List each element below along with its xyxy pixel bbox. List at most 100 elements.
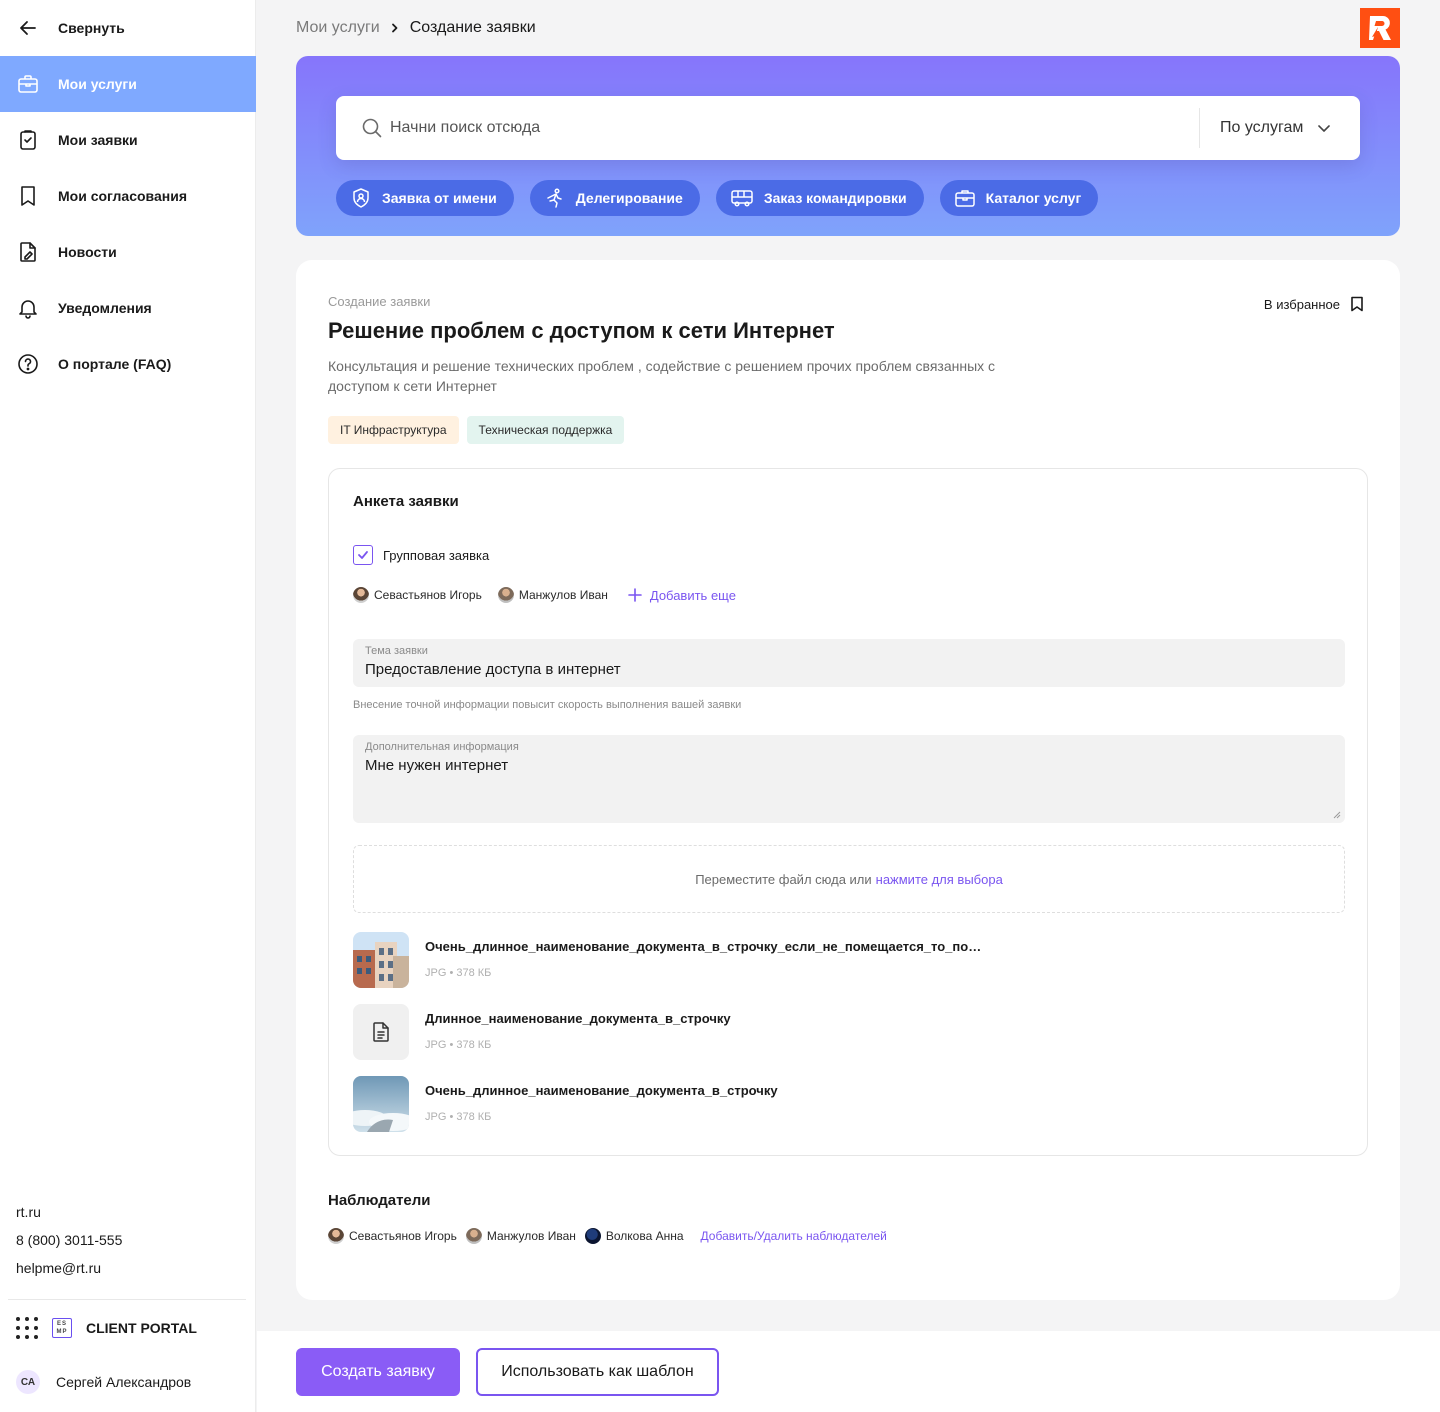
sidebar: Свернуть Мои услуги Мои заявки Мои согла…: [0, 0, 256, 1412]
file-thumbnail-building[interactable]: [353, 932, 409, 988]
chip-label: Каталог услуг: [985, 190, 1082, 206]
chip-delegation[interactable]: Делегирование: [529, 180, 700, 216]
briefcase-icon: [954, 190, 975, 207]
file-dropzone[interactable]: Переместите файл сюда или нажмите для вы…: [353, 845, 1345, 913]
logo-mark-icon: [1369, 16, 1391, 40]
watcher-name: Волкова Анна: [605, 1229, 684, 1243]
avatar: [584, 1228, 601, 1244]
subject-field[interactable]: Тема заявки: [353, 639, 1345, 687]
file-name[interactable]: Очень_длинное_наименование_документа_в_с…: [425, 1083, 778, 1098]
search-hero: По услугам Заявка от имени Делегирование…: [296, 56, 1400, 236]
member-chip[interactable]: Манжулов Иван: [497, 587, 608, 603]
bus-icon: [731, 190, 753, 207]
user-profile[interactable]: СА Сергей Александров: [16, 1370, 191, 1394]
checkbox[interactable]: [353, 545, 373, 565]
extra-info-textarea[interactable]: Мне нужен интернет: [365, 757, 1325, 813]
quick-actions: Заявка от имени Делегирование Заказ кома…: [336, 180, 1099, 216]
watcher-name: Севастьянов Игорь: [349, 1229, 457, 1243]
sidebar-divider: [8, 1299, 246, 1300]
manage-watchers-link[interactable]: Добавить/Удалить наблюдателей: [701, 1229, 887, 1243]
watcher-chip[interactable]: Манжулов Иван: [465, 1228, 576, 1244]
chevron-down-icon: [1318, 125, 1331, 132]
running-person-icon: [547, 188, 562, 208]
chip-label: Заказ командировки: [763, 190, 907, 206]
bell-icon: [19, 300, 37, 319]
watcher-name: Манжулов Иван: [486, 1229, 576, 1243]
chip-service-catalog[interactable]: Каталог услуг: [939, 180, 1099, 216]
collapse-sidebar-button[interactable]: Свернуть: [0, 0, 256, 56]
member-chip[interactable]: Севастьянов Игорь: [353, 587, 482, 603]
search-icon: [362, 118, 382, 138]
extra-info-field[interactable]: Дополнительная информация Мне нужен инте…: [353, 735, 1345, 823]
search-filter-label: По услугам: [1220, 119, 1304, 136]
watchers-title: Наблюдатели: [328, 1192, 431, 1209]
group-request-checkbox[interactable]: Групповая заявка: [353, 545, 489, 565]
action-footer: Создать заявку Использовать как шаблон: [257, 1331, 1440, 1412]
contact-phone[interactable]: 8 (800) 3011-555: [16, 1230, 122, 1258]
document-icon: [373, 1022, 389, 1042]
contacts: rt.ru 8 (800) 3011-555 helpme@rt.ru: [16, 1202, 122, 1286]
avatar: [353, 587, 369, 603]
sidebar-item-label: Новости: [58, 244, 117, 260]
search-filter-select[interactable]: По услугам: [1200, 96, 1360, 160]
choose-file-link[interactable]: нажмите для выбора: [876, 872, 1003, 887]
portal-switcher[interactable]: ES MP CLIENT PORTAL: [16, 1314, 197, 1342]
chip-request-on-behalf[interactable]: Заявка от имени: [336, 180, 514, 216]
avatar: [497, 587, 514, 603]
chip-label: Заявка от имени: [382, 190, 497, 206]
member-name: Севастьянов Игорь: [374, 588, 482, 602]
extra-info-label: Дополнительная информация: [365, 741, 519, 753]
search-input[interactable]: [336, 96, 1199, 160]
dropzone-text: Переместите файл сюда или: [695, 871, 872, 887]
apps-grid-icon[interactable]: [16, 1317, 38, 1339]
add-member-button[interactable]: Добавить еще: [628, 588, 736, 603]
chevron-right-icon: [391, 23, 398, 33]
sidebar-item-notifications[interactable]: Уведомления: [0, 280, 256, 336]
sidebar-item-faq[interactable]: О портале (FAQ): [0, 336, 256, 392]
create-request-button[interactable]: Создать заявку: [296, 1348, 460, 1396]
chip-business-trip[interactable]: Заказ командировки: [715, 180, 924, 216]
question-icon: [18, 354, 38, 374]
bookmark-icon: [21, 186, 35, 206]
sidebar-item-news[interactable]: Новости: [0, 224, 256, 280]
watcher-chip[interactable]: Севастьянов Игорь: [328, 1228, 457, 1244]
resize-handle-icon[interactable]: [1333, 811, 1341, 819]
breadcrumb-parent[interactable]: Мои услуги: [296, 19, 380, 37]
file-meta: JPG • 378 КБ: [425, 1039, 492, 1051]
file-meta: JPG • 378 КБ: [425, 967, 492, 979]
request-description: Консультация и решение технических пробл…: [328, 358, 996, 394]
avatar: [465, 1228, 482, 1244]
chip-label: Делегирование: [575, 190, 683, 206]
file-name[interactable]: Длинное_наименование_документа_в_строчку: [425, 1011, 731, 1026]
esmp-logo: ES MP: [52, 1318, 72, 1338]
add-to-favorites-button[interactable]: В избранное: [1264, 296, 1364, 312]
tag: Техническая поддержка: [466, 416, 625, 444]
sidebar-menu: Мои услуги Мои заявки Мои согласования Н…: [0, 56, 256, 392]
file-name[interactable]: Очень_длинное_наименование_документа_в_с…: [425, 939, 985, 954]
use-as-template-button[interactable]: Использовать как шаблон: [476, 1348, 719, 1396]
attached-file: Длинное_наименование_документа_в_строчку…: [353, 1004, 1345, 1060]
file-thumbnail-sky[interactable]: [353, 1076, 409, 1132]
sidebar-item-label: Мои заявки: [58, 132, 138, 148]
building-photo-icon: [353, 932, 409, 988]
request-card: Создание заявки Решение проблем с доступ…: [296, 260, 1400, 1300]
request-form: Анкета заявки Групповая заявка Севастьян…: [328, 468, 1368, 1156]
sidebar-item-label: Уведомления: [58, 300, 152, 316]
sidebar-item-my-requests[interactable]: Мои заявки: [0, 112, 256, 168]
breadcrumb-current: Создание заявки: [409, 19, 536, 36]
contact-site[interactable]: rt.ru: [16, 1202, 122, 1230]
sky-photo-icon: [353, 1076, 409, 1132]
user-name: Сергей Александров: [56, 1374, 192, 1390]
sidebar-item-label: Мои услуги: [58, 76, 137, 92]
attached-file: Очень_длинное_наименование_документа_в_с…: [353, 1076, 1345, 1132]
file-thumbnail-doc[interactable]: [353, 1004, 409, 1060]
subject-hint: Внесение точной информации повысит скоро…: [353, 699, 742, 711]
rt-logo[interactable]: [1360, 8, 1400, 48]
sidebar-item-approvals[interactable]: Мои согласования: [0, 168, 256, 224]
sidebar-item-label: О портале (FAQ): [58, 356, 172, 372]
watcher-chip[interactable]: Волкова Анна: [584, 1228, 684, 1244]
shield-person-icon: [353, 188, 369, 208]
sidebar-item-my-services[interactable]: Мои услуги: [0, 56, 256, 112]
contact-email[interactable]: helpme@rt.ru: [16, 1258, 122, 1286]
subject-input[interactable]: [365, 661, 1325, 678]
